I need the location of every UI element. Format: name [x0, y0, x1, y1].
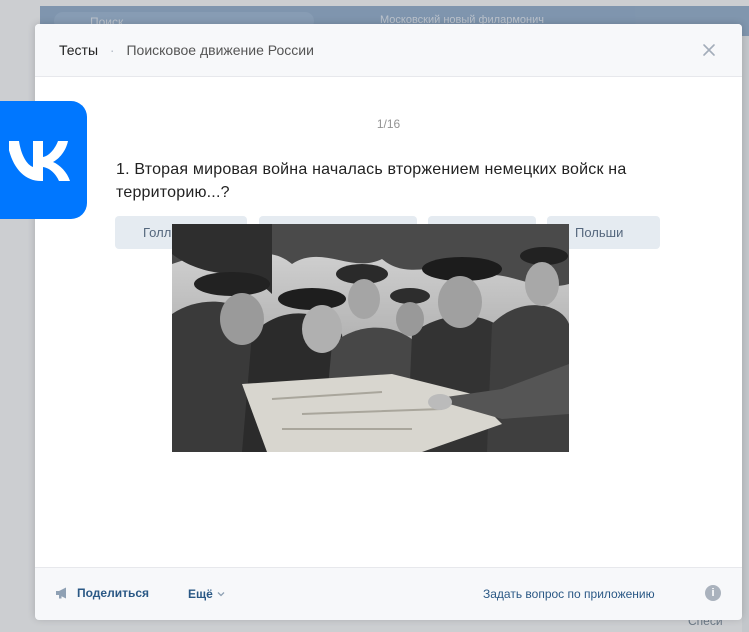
- question-text: 1. Вторая мировая война началась вторжен…: [116, 161, 627, 201]
- info-icon[interactable]: i: [705, 585, 721, 601]
- share-button[interactable]: Поделиться: [55, 586, 149, 600]
- vk-logo-mark: [8, 141, 70, 181]
- question-counter: 1/16: [376, 117, 401, 131]
- modal-footer: Поделиться Ещё Задать вопрос по приложен…: [35, 567, 742, 620]
- ask-question-link[interactable]: Задать вопрос по приложению: [483, 587, 655, 601]
- megaphone-icon: [56, 587, 66, 599]
- modal-header: Тесты · Поисковое движение России: [35, 24, 742, 77]
- share-label: Поделиться: [77, 586, 150, 600]
- breadcrumb-title[interactable]: Тесты: [59, 42, 98, 58]
- breadcrumb: Тесты · Поисковое движение России: [59, 42, 314, 58]
- chevron-down-icon: [217, 592, 225, 597]
- more-button[interactable]: Ещё: [188, 587, 225, 601]
- breadcrumb-subtitle[interactable]: Поисковое движение России: [126, 42, 313, 58]
- more-label: Ещё: [188, 587, 213, 601]
- vk-logo-icon: [0, 101, 87, 219]
- photo-illustration: [172, 224, 569, 452]
- close-icon[interactable]: [699, 40, 719, 60]
- app-modal: Тесты · Поисковое движение России 1/16 1…: [35, 24, 742, 620]
- breadcrumb-separator: ·: [109, 42, 115, 58]
- historical-photo: [172, 224, 569, 452]
